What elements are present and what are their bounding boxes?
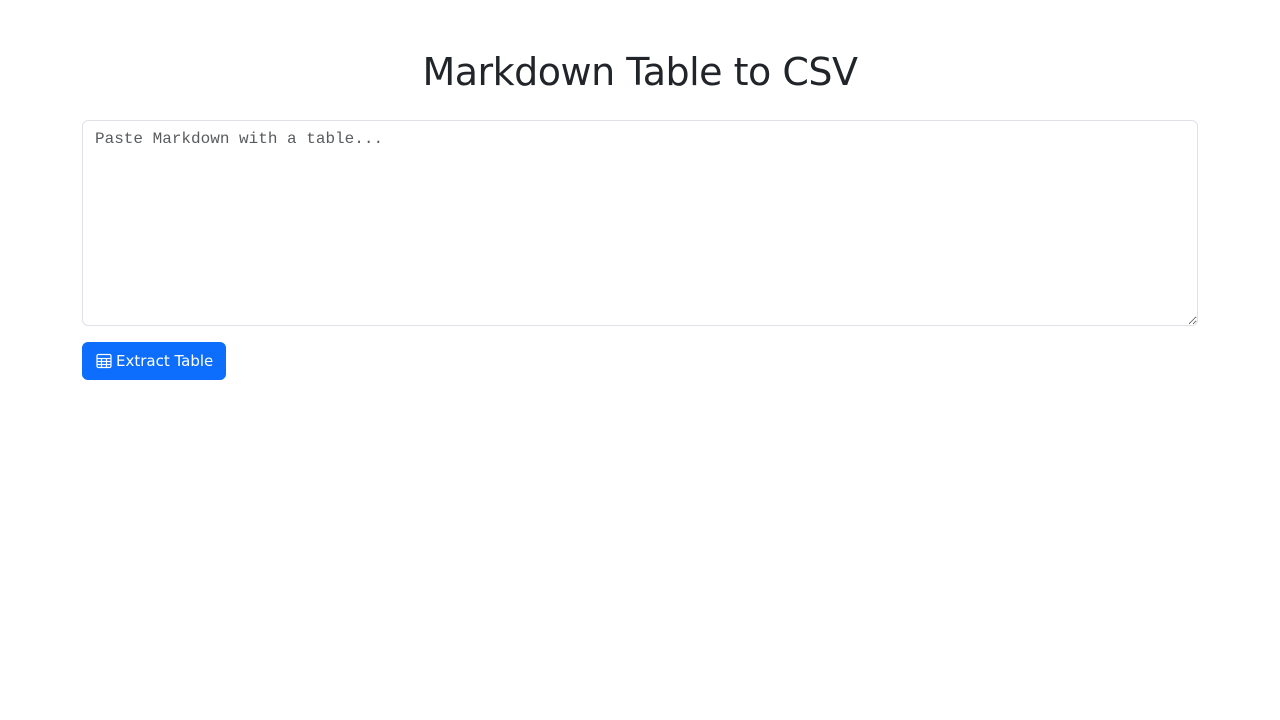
page-title: Markdown Table to CSV: [422, 50, 858, 94]
page-container: Markdown Table to CSV Extract Table: [0, 0, 1280, 720]
extract-table-button[interactable]: Extract Table: [82, 342, 227, 380]
extract-table-button-label: Extract Table: [116, 352, 214, 370]
markdown-input[interactable]: [82, 120, 1198, 326]
table-icon: [96, 353, 112, 369]
